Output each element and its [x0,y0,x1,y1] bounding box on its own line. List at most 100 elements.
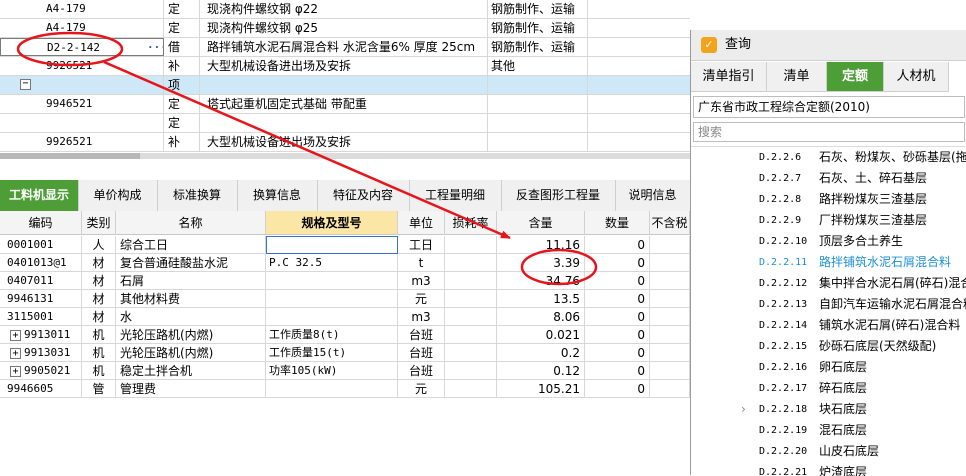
quota-library-select[interactable]: 广东省市政工程综合定额(2010) [693,96,965,118]
resource-spec[interactable]: 工作质量15(t) [266,344,398,362]
expand-icon[interactable]: + [10,330,21,341]
resource-spec[interactable]: 工作质量8(t) [266,326,398,344]
item-feature[interactable]: 钢筋制作、运输 [488,38,588,56]
query-panel-titlebar[interactable]: ✓ 查询 [691,30,966,61]
tab-standard-conversion[interactable]: 标准换算 [157,180,238,211]
resource-name[interactable]: 石屑 [116,272,266,290]
tab-quantity-details[interactable]: 工程量明细 [409,180,502,211]
table-row[interactable]: 0401013@1 材 复合普通硅酸盐水泥 P.C 32.5 t 3.39 0 [0,254,690,272]
resource-name[interactable]: 复合普通硅酸盐水泥 [116,254,266,272]
item-code[interactable] [0,114,164,132]
item-name[interactable]: 现浇构件螺纹钢 φ25 [200,19,488,37]
ellipsis-button[interactable]: ··· [147,39,163,55]
table-row[interactable]: + 9913011 机 光轮压路机(内燃) 工作质量8(t) 台班 0.021 … [0,326,690,344]
resource-code[interactable]: 9946131 [0,290,82,308]
resource-name[interactable]: 光轮压路机(内燃) [116,344,266,362]
table-row[interactable]: A4-179 定 现浇构件螺纹钢 φ25 钢筋制作、运输 [0,19,690,38]
resource-name[interactable]: 管理费 [116,380,266,398]
content-qty[interactable]: 3.39 [497,254,585,272]
tab-quota[interactable]: 定额 [827,62,884,92]
item-feature[interactable] [488,133,588,151]
item-feature[interactable] [488,95,588,113]
content-qty[interactable]: 0.021 [497,326,585,344]
resource-code[interactable]: 3115001 [0,308,82,326]
item-name[interactable]: 路拌铺筑水泥石屑混合料 水泥含量6% 厚度 25cm [200,38,488,56]
resource-code[interactable]: 0001001 [0,236,82,254]
tab-unit-price[interactable]: 单价构成 [78,180,158,211]
item-name[interactable]: 现浇构件螺纹钢 φ22 [200,0,488,18]
tab-description[interactable]: 说明信息 [615,180,691,211]
expand-icon[interactable]: + [10,366,21,377]
item-code[interactable]: A4-179 [0,19,164,37]
search-input[interactable]: 搜索 [693,122,965,142]
content-qty[interactable]: 13.5 [497,290,585,308]
item-code[interactable]: 9926521 [0,57,164,75]
resource-name[interactable]: 水 [116,308,266,326]
resource-code[interactable]: 9946605 [0,380,82,398]
column-header[interactable]: 类别 [82,211,116,235]
item-code[interactable]: A4-179 [0,0,164,18]
tab-reverse-lookup[interactable]: 反查图形工程量 [501,180,616,211]
resource-spec[interactable] [266,272,398,290]
table-row[interactable]: 定 [0,114,690,133]
content-qty[interactable]: 0.12 [497,362,585,380]
chevron-right-icon[interactable]: › [741,399,746,420]
item-code[interactable]: − [0,76,164,94]
resource-name[interactable]: 光轮压路机(内燃) [116,326,266,344]
content-qty[interactable]: 8.06 [497,308,585,326]
item-name[interactable]: 塔式起重机固定式基础 带配重 [200,95,488,113]
resource-code[interactable]: + 9913011 [0,326,82,344]
table-row[interactable]: 9946605 管 管理费 元 105.21 0 [0,380,690,398]
column-header[interactable]: 名称 [116,211,266,235]
item-name[interactable] [200,114,488,132]
loss-rate[interactable] [445,362,497,380]
resource-name[interactable]: 其他材料费 [116,290,266,308]
table-row[interactable]: 9946131 材 其他材料费 元 13.5 0 [0,290,690,308]
resource-spec[interactable] [266,380,398,398]
tab-features[interactable]: 特征及内容 [317,180,410,211]
item-feature[interactable] [488,76,588,94]
column-header[interactable]: 编码 [0,211,82,235]
table-row-selected[interactable]: D2-2-142 ··· 借 路拌铺筑水泥石屑混合料 水泥含量6% 厚度 25c… [0,38,690,57]
item-code-editor[interactable]: D2-2-142 ··· [0,38,164,56]
table-row[interactable]: 3115001 材 水 m3 8.06 0 [0,308,690,326]
resource-code[interactable]: 0407011 [0,272,82,290]
table-row[interactable]: 9926521 补 大型机械设备进出场及安拆 其他 [0,57,690,76]
column-header[interactable]: 不含税 [650,211,690,235]
content-qty[interactable]: 0.2 [497,344,585,362]
loss-rate[interactable] [445,326,497,344]
table-row[interactable]: 0001001 人 综合工日 工日 11.16 0 [0,236,690,254]
tab-bill[interactable]: 清单 [767,62,827,92]
loss-rate[interactable] [445,380,497,398]
table-row[interactable]: 9946521 定 塔式起重机固定式基础 带配重 [0,95,690,114]
loss-rate[interactable] [445,272,497,290]
horizontal-scrollbar[interactable] [0,153,690,159]
resource-code[interactable]: 0401013@1 [0,254,82,272]
resource-spec[interactable] [266,290,398,308]
loss-rate[interactable] [445,308,497,326]
content-qty[interactable]: 34.76 [497,272,585,290]
column-header[interactable]: 损耗率 [445,211,497,235]
collapse-icon[interactable]: − [20,79,31,90]
resource-spec[interactable]: P.C 32.5 [266,254,398,272]
resource-code[interactable]: + 9905021 [0,362,82,380]
column-header[interactable]: 含量 [497,211,585,235]
tab-bill-guide[interactable]: 清单指引 [691,62,767,92]
column-header[interactable]: 单位 [398,211,445,235]
spec-input[interactable] [266,236,398,254]
loss-rate[interactable] [445,290,497,308]
item-code[interactable]: 9926521 [0,133,164,151]
table-row[interactable]: A4-179 定 现浇构件螺纹钢 φ22 钢筋制作、运输 [0,0,690,19]
column-header[interactable]: 规格及型号 [266,211,398,235]
resource-spec[interactable]: 功率105(kW) [266,362,398,380]
item-feature[interactable]: 钢筋制作、运输 [488,19,588,37]
content-qty[interactable]: 105.21 [497,380,585,398]
loss-rate[interactable] [445,236,497,254]
item-name[interactable] [200,76,488,94]
item-feature[interactable]: 其他 [488,57,588,75]
table-row[interactable]: + 9913031 机 光轮压路机(内燃) 工作质量15(t) 台班 0.2 0 [0,344,690,362]
resource-spec[interactable] [266,308,398,326]
item-feature[interactable]: 钢筋制作、运输 [488,0,588,18]
resource-name[interactable]: 综合工日 [116,236,266,254]
table-row[interactable]: + 9905021 机 稳定土拌合机 功率105(kW) 台班 0.12 0 [0,362,690,380]
